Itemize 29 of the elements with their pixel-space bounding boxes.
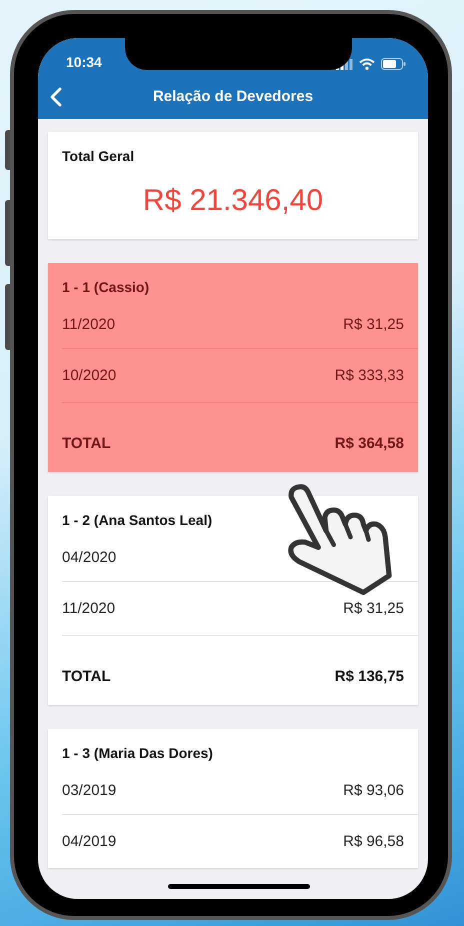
amount-text: R$ 31,25 (343, 316, 404, 333)
back-button[interactable] (50, 86, 64, 108)
period-text: 11/2020 (62, 316, 116, 333)
screen-title: Relação de Devedores (152, 88, 314, 105)
debtor-card[interactable]: 1 - 3 (Maria Das Dores) 03/2019 R$ 93,06 04/2019 R$ 96,58 (48, 729, 418, 868)
status-time: 10:34 (66, 54, 102, 70)
debtor-card[interactable]: 1 - 1 (Cassio) 11/2020 R$ 31,25 10/2020 R$ 333,33 TOTAL R$ 364,58 (48, 263, 418, 472)
signal-icon (336, 58, 353, 70)
battery-icon (381, 58, 406, 70)
total-amount: R$ 21.346,40 (142, 184, 324, 218)
amount-text: R$ 333,33 (334, 367, 404, 384)
total-label: TOTAL (62, 668, 111, 685)
amount-text: R$ 93,06 (343, 782, 404, 799)
debtor-name: 1 - 2 (Ana Santos Leal) (62, 512, 214, 528)
total-amount: R$ 136,75 (334, 668, 404, 685)
amount-text: R$ 31,25 (343, 600, 404, 617)
total-amount: R$ 364,58 (334, 435, 404, 452)
period-text: 10/2020 (62, 367, 116, 384)
debtor-card[interactable]: 1 - 2 (Ana Santos Leal) 04/2020 11/2020 R$ 31,25 TOTAL R$ 136,75 (48, 496, 418, 705)
period-text: 04/2020 (62, 549, 116, 566)
wifi-icon (359, 58, 375, 70)
total-label: TOTAL (62, 435, 111, 452)
period-text: 03/2019 (62, 782, 116, 799)
period-text: 11/2020 (62, 600, 116, 617)
amount-text: R$ 96,58 (343, 833, 404, 850)
period-text: 04/2019 (62, 833, 116, 850)
total-label: Total Geral (62, 148, 136, 164)
debtor-name: 1 - 3 (Maria Das Dores) (62, 745, 214, 761)
debtor-name: 1 - 1 (Cassio) (62, 279, 150, 295)
